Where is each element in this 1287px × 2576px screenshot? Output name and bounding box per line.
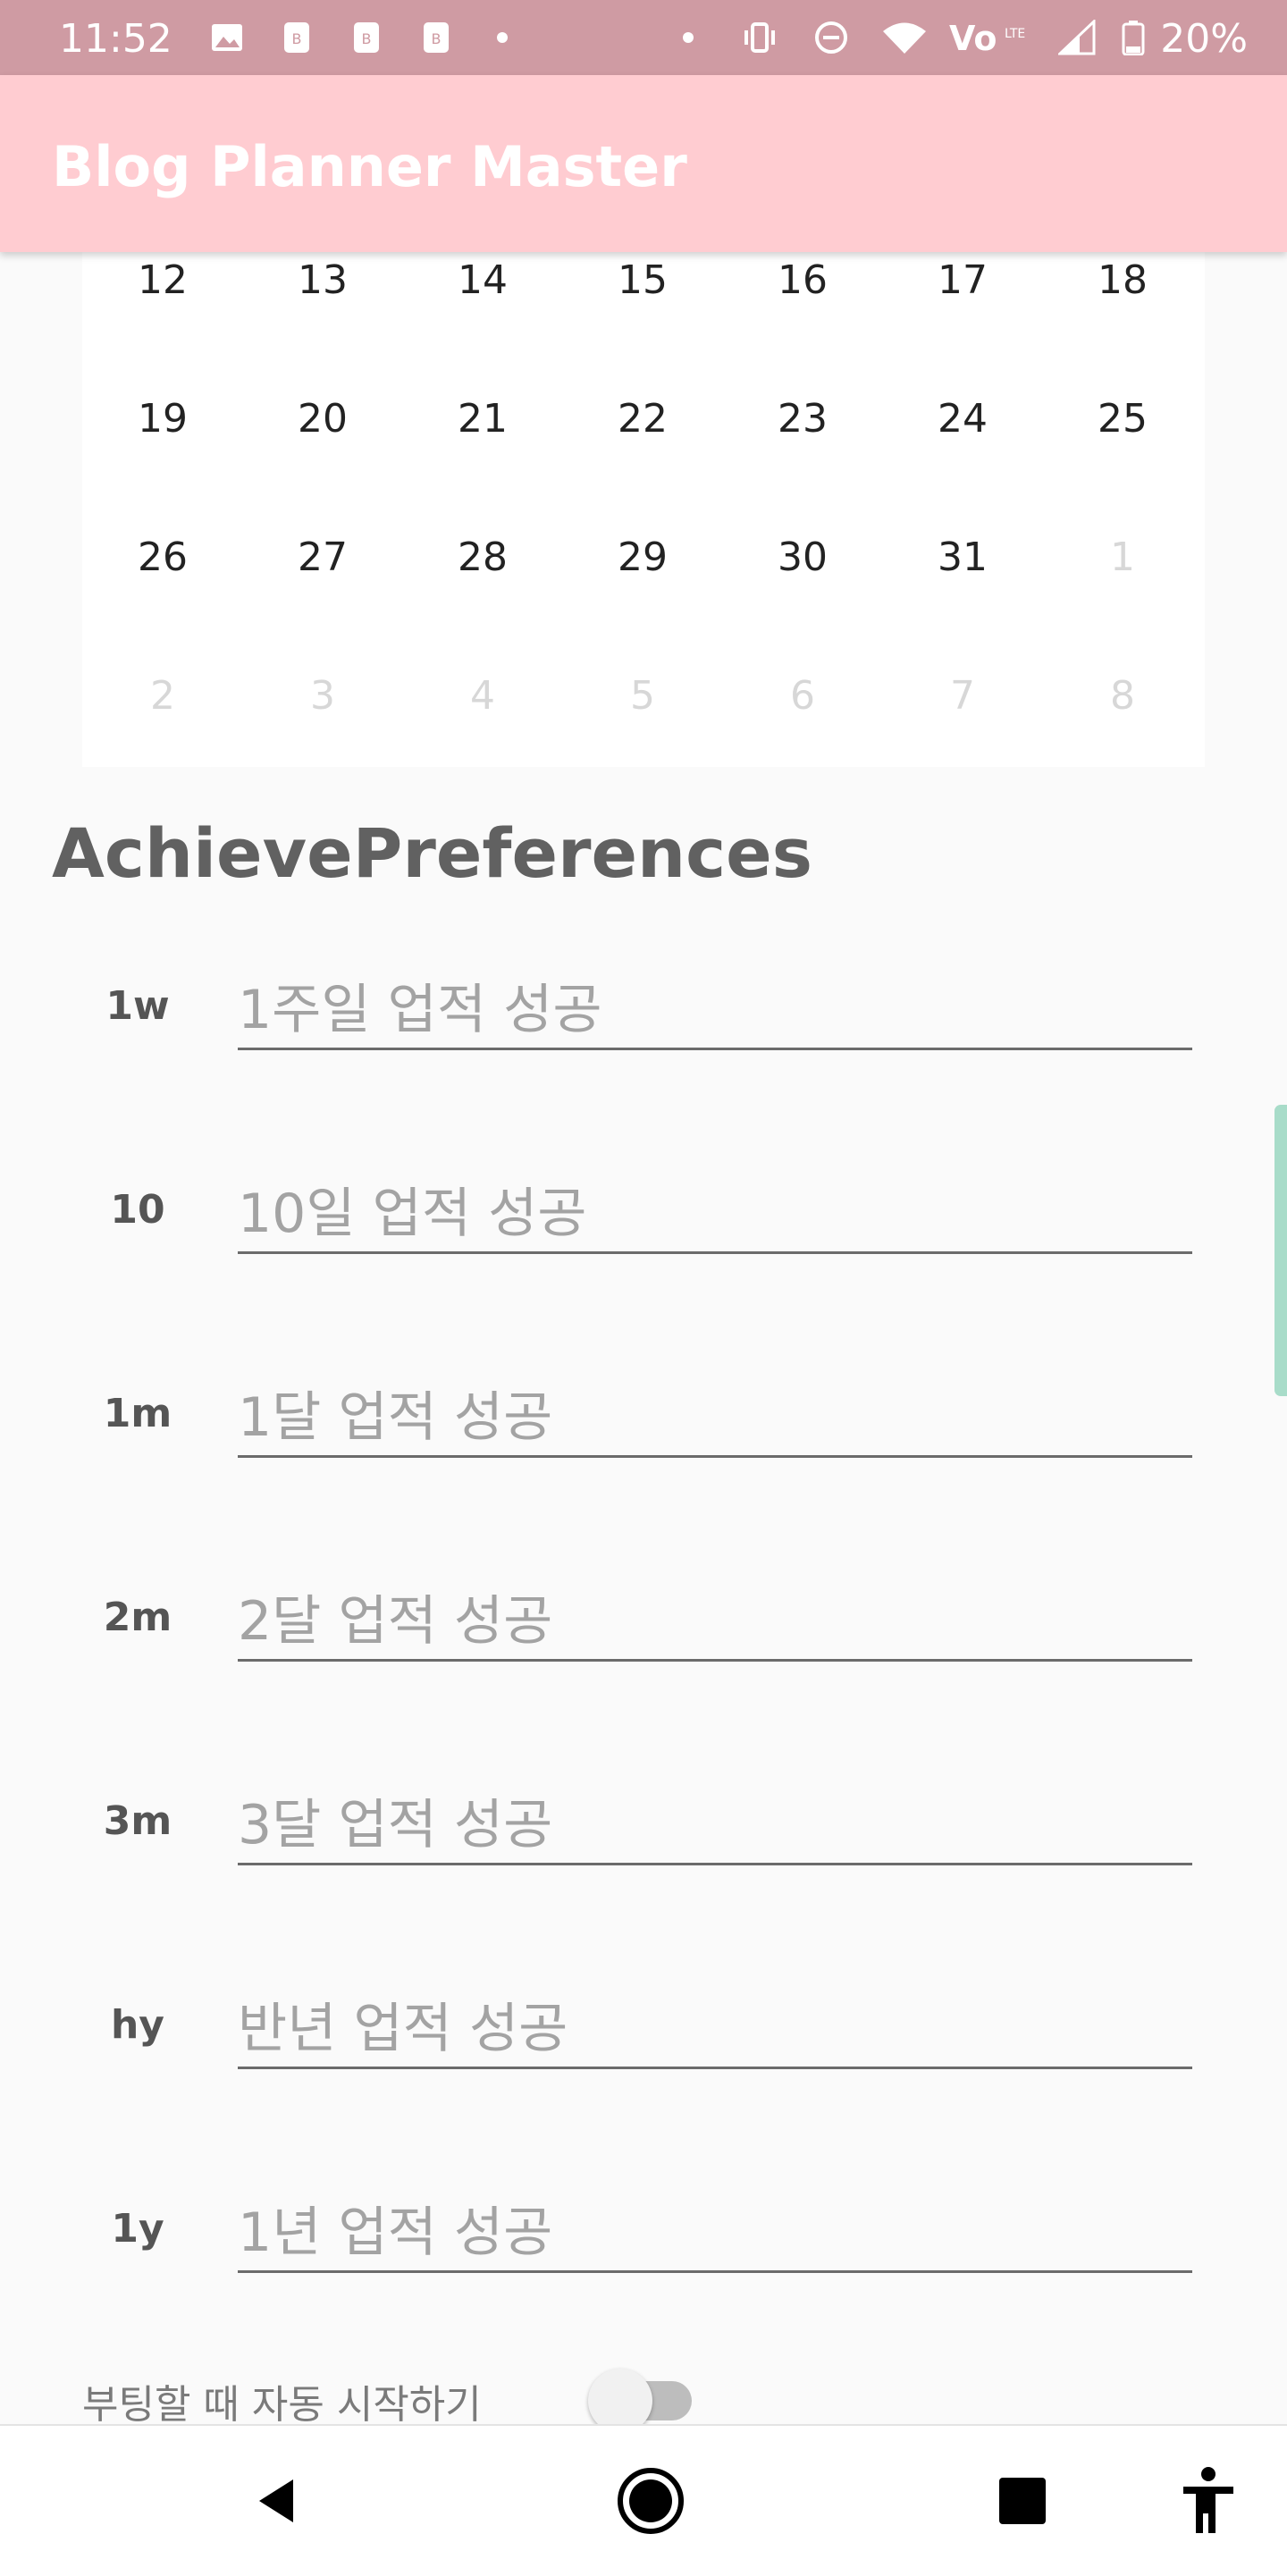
achievement-10d-input[interactable]	[238, 1176, 1192, 1254]
notification-icon: B	[354, 22, 379, 53]
calendar-day[interactable]: 31	[882, 535, 1043, 580]
signal-icon	[1058, 20, 1096, 55]
calendar-day[interactable]: 29	[562, 535, 723, 580]
svg-text:Vo: Vo	[949, 20, 997, 55]
app-bar: Blog Planner Master	[0, 75, 1287, 252]
calendar-day[interactable]: 23	[722, 396, 883, 442]
status-time: 11:52	[59, 16, 172, 62]
pref-label-1m: 1m	[103, 1391, 172, 1436]
volte-icon: Vo LTE	[949, 20, 1025, 55]
scrollbar[interactable]	[1274, 1105, 1287, 1396]
achievement-1w-input[interactable]	[238, 972, 1192, 1050]
calendar-day-other-month[interactable]: 6	[722, 673, 883, 719]
calendar-day[interactable]: 26	[82, 535, 243, 580]
calendar-day[interactable]: 12	[82, 257, 243, 303]
notification-icon: B	[424, 22, 449, 53]
achievement-1m-input[interactable]	[238, 1380, 1192, 1458]
calendar-day[interactable]: 24	[882, 396, 1043, 442]
calendar-grid: 12 13 14 15 16 17 18 19 20 21 22 23 24 2…	[82, 252, 1205, 767]
achievement-2m-input[interactable]	[238, 1584, 1192, 1662]
calendar-day[interactable]: 16	[722, 257, 883, 303]
calendar-day-other-month[interactable]: 4	[402, 673, 563, 719]
achievement-1y-input[interactable]	[238, 2195, 1192, 2273]
calendar-day[interactable]: 13	[242, 257, 403, 303]
achievement-half-year-input[interactable]	[238, 1991, 1192, 2069]
pref-label-1w: 1w	[105, 983, 170, 1029]
calendar-day[interactable]: 30	[722, 535, 883, 580]
vibrate-icon	[744, 22, 775, 53]
section-title: AchievePreferences	[52, 813, 812, 893]
calendar-day[interactable]: 18	[1042, 257, 1203, 303]
svg-text:B: B	[432, 30, 442, 47]
calendar-day[interactable]: 15	[562, 257, 723, 303]
pref-label-half-year: hy	[110, 2002, 164, 2048]
calendar-week: 2 3 4 5 6 7 8	[82, 668, 1205, 806]
calendar-day-other-month[interactable]: 7	[882, 673, 1043, 719]
svg-text:B: B	[362, 30, 372, 47]
pref-label-2m: 2m	[103, 1595, 172, 1640]
calendar-week: 12 13 14 15 16 17 18	[82, 252, 1205, 391]
wifi-icon	[883, 22, 926, 54]
do-not-disturb-icon	[815, 21, 847, 54]
pref-label-3m: 3m	[103, 1798, 172, 1844]
status-bar: 11:52 B B B Vo LTE 20%	[0, 0, 1287, 75]
app-title: Blog Planner Master	[52, 134, 687, 199]
dot-icon	[683, 32, 694, 43]
achievement-3m-input[interactable]	[238, 1788, 1192, 1865]
battery-percent: 20%	[1160, 16, 1248, 62]
calendar-day[interactable]: 17	[882, 257, 1043, 303]
pref-label-1y: 1y	[111, 2206, 164, 2252]
recents-icon[interactable]	[978, 2456, 1067, 2546]
calendar-day[interactable]: 19	[82, 396, 243, 442]
calendar-day-other-month[interactable]: 2	[82, 673, 243, 719]
pref-label-10d: 10	[110, 1187, 165, 1233]
calendar-day[interactable]: 14	[402, 257, 563, 303]
svg-text:B: B	[292, 30, 302, 47]
back-icon[interactable]	[232, 2456, 322, 2546]
autostart-label: 부팅할 때 자동 시작하기	[82, 2382, 482, 2428]
calendar-day-other-month[interactable]: 8	[1042, 673, 1203, 719]
calendar-day[interactable]: 25	[1042, 396, 1203, 442]
calendar-day[interactable]: 20	[242, 396, 403, 442]
notification-icon: B	[284, 22, 309, 53]
calendar-day[interactable]: 27	[242, 535, 403, 580]
image-icon	[212, 24, 242, 51]
navigation-bar	[0, 2424, 1287, 2576]
battery-icon	[1122, 21, 1145, 55]
dot-icon	[497, 32, 508, 43]
svg-text:LTE: LTE	[1005, 27, 1025, 41]
calendar-day[interactable]: 21	[402, 396, 563, 442]
calendar-week: 19 20 21 22 23 24 25	[82, 391, 1205, 529]
calendar-day-other-month[interactable]: 3	[242, 673, 403, 719]
calendar-week: 26 27 28 29 30 31 1	[82, 529, 1205, 668]
accessibility-icon[interactable]	[1164, 2456, 1253, 2546]
calendar-day[interactable]: 22	[562, 396, 723, 442]
home-icon[interactable]	[606, 2456, 695, 2546]
calendar-day[interactable]: 28	[402, 535, 563, 580]
calendar-day-other-month[interactable]: 5	[562, 673, 723, 719]
calendar-day-other-month[interactable]: 1	[1042, 535, 1203, 580]
